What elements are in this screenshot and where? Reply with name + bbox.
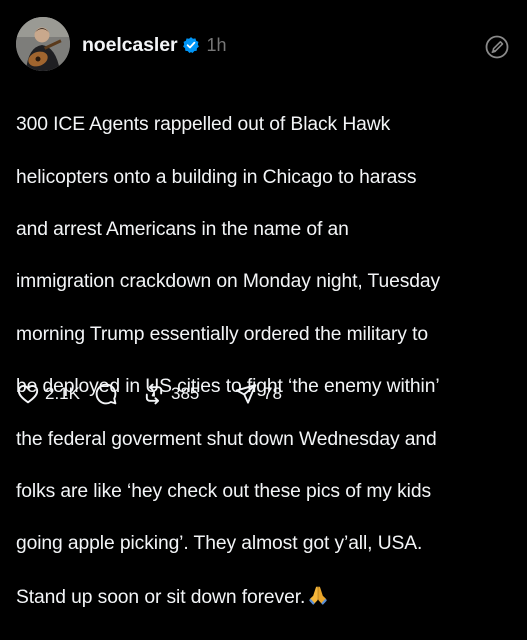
send-arrow-icon bbox=[235, 384, 257, 404]
post-body-last-line: Stand up soon or sit down forever. bbox=[16, 584, 516, 614]
comment-bubble-icon bbox=[95, 383, 117, 405]
post-body-line: the federal goverment shut down Wednesda… bbox=[16, 428, 437, 450]
folded-hands-emoji-icon bbox=[307, 584, 329, 614]
share-count: 78 bbox=[263, 384, 282, 403]
post-body: 300 ICE Agents rappelled out of Black Ha… bbox=[16, 86, 516, 640]
repost-button[interactable]: 385 bbox=[142, 382, 234, 406]
verified-badge-icon bbox=[182, 36, 200, 54]
post-body-line: morning Trump essentially ordered the mi… bbox=[16, 323, 428, 345]
post-body-line: and arrest Americans in the name of an bbox=[16, 219, 349, 241]
heart-icon bbox=[17, 384, 39, 404]
post-timestamp: 1h bbox=[206, 34, 227, 55]
post-body-line: 300 ICE Agents rappelled out of Black Ha… bbox=[16, 114, 391, 136]
post-body-line: folks are like ‘hey check out these pics… bbox=[16, 481, 431, 503]
post-actions: 2.1K 385 78 bbox=[16, 381, 282, 407]
post-body-line: helicopters onto a building in Chicago t… bbox=[16, 166, 417, 188]
like-button[interactable]: 2.1K bbox=[16, 382, 94, 406]
repost-count: 385 bbox=[171, 384, 200, 403]
post-body-line: immigration crackdown on Monday night, T… bbox=[16, 271, 441, 293]
like-count: 2.1K bbox=[45, 384, 80, 403]
post-header: noelcasler 1h bbox=[82, 31, 227, 59]
thread-post: noelcasler 1h 300 ICE Agents rappelled o… bbox=[0, 0, 527, 608]
post-body-line: going apple picking’. They almost got y’… bbox=[16, 533, 423, 555]
share-button[interactable]: 78 bbox=[234, 382, 282, 406]
comment-button[interactable] bbox=[94, 382, 142, 406]
repost-icon bbox=[145, 383, 163, 405]
username[interactable]: noelcasler bbox=[82, 34, 178, 57]
edit-icon[interactable] bbox=[484, 34, 510, 60]
post-body-line: Stand up soon or sit down forever. bbox=[16, 586, 306, 608]
avatar[interactable] bbox=[16, 17, 70, 71]
avatar-guitar-player-icon bbox=[16, 17, 70, 71]
